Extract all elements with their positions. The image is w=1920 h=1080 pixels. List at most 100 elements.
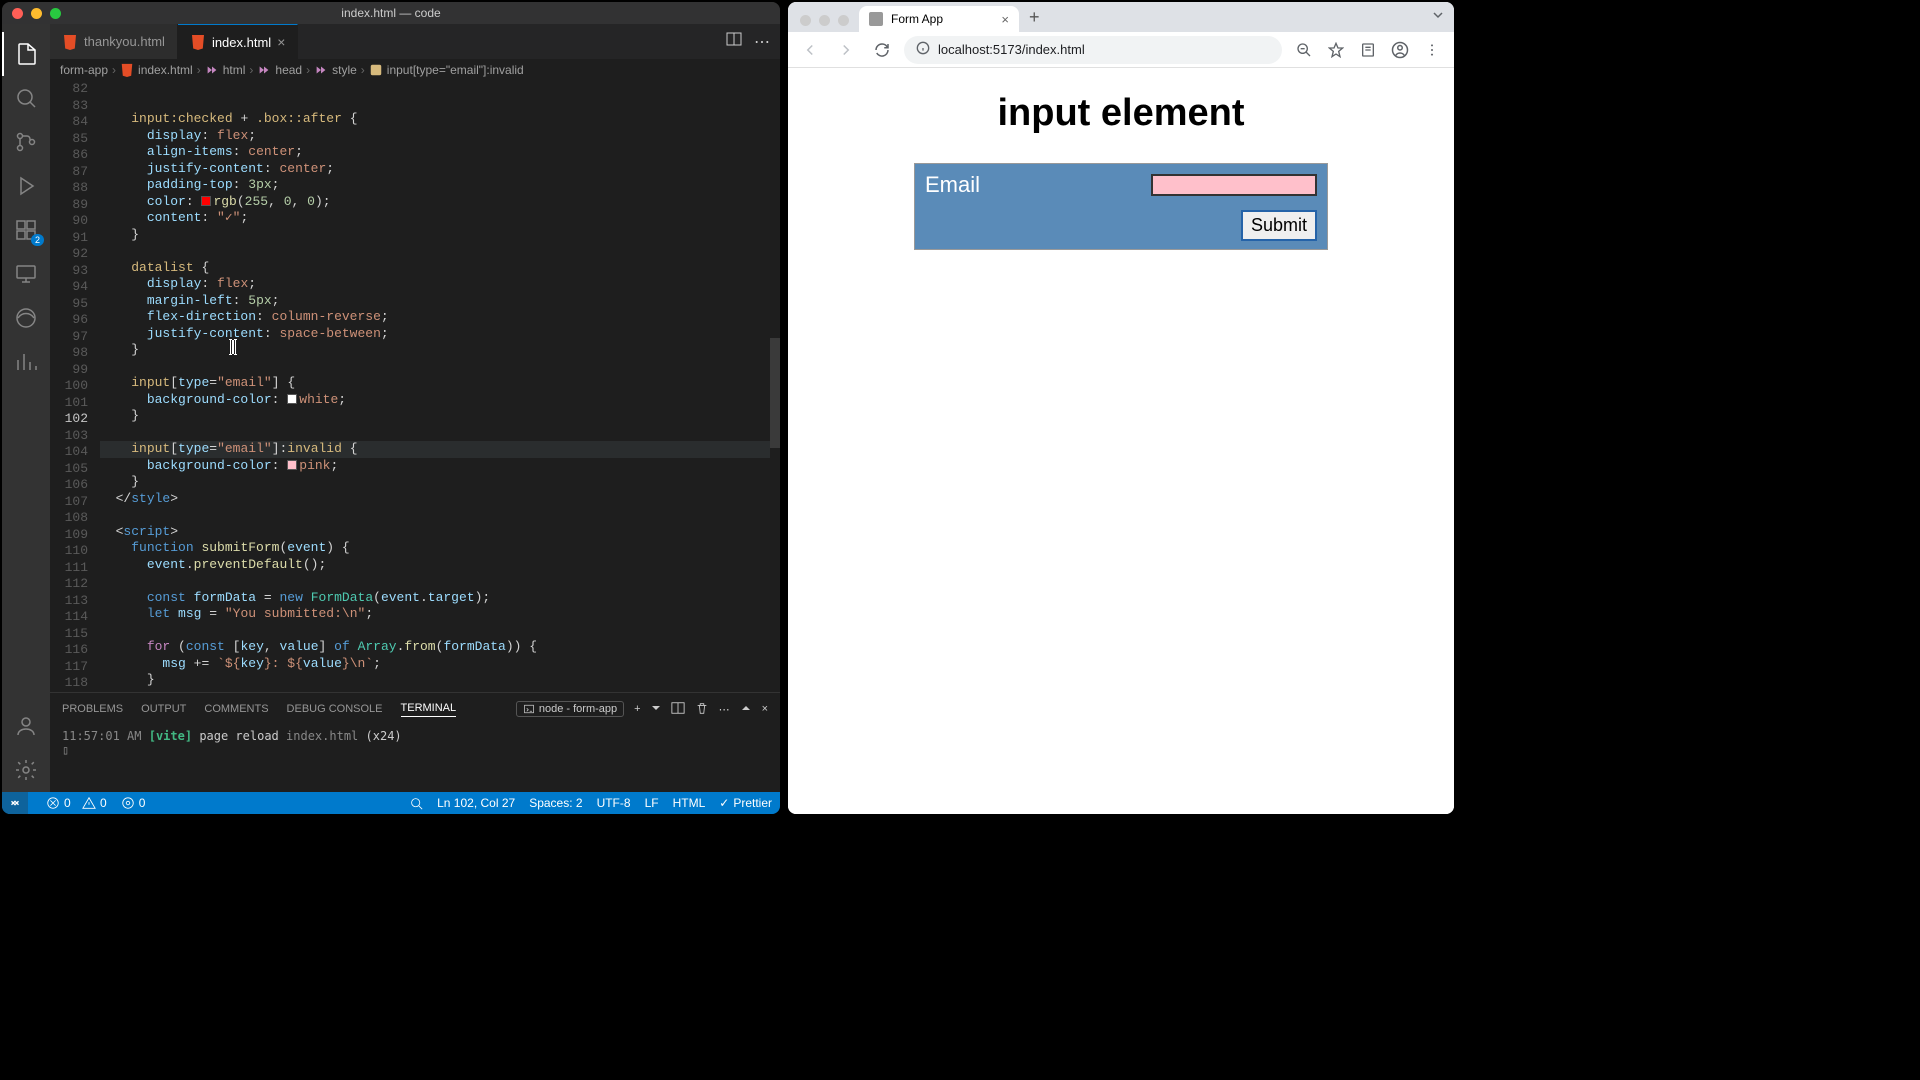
panel-tabs: PROBLEMS OUTPUT COMMENTS DEBUG CONSOLE T… bbox=[50, 693, 780, 725]
url-bar[interactable]: localhost:5173/index.html bbox=[904, 36, 1282, 64]
panel-tab-comments[interactable]: COMMENTS bbox=[204, 703, 268, 715]
breadcrumbs[interactable]: form-app› index.html› html› head› style›… bbox=[50, 59, 780, 81]
text-cursor-icon bbox=[225, 337, 241, 357]
run-debug-icon[interactable] bbox=[2, 164, 50, 208]
terminal-dropdown-icon[interactable] bbox=[651, 703, 661, 716]
html-file-icon bbox=[62, 34, 78, 50]
close-window-button[interactable] bbox=[800, 15, 811, 26]
remote-explorer-icon[interactable] bbox=[2, 252, 50, 296]
site-info-icon[interactable] bbox=[916, 41, 930, 58]
panel-tab-problems[interactable]: PROBLEMS bbox=[62, 703, 123, 715]
maximize-panel-icon[interactable] bbox=[740, 702, 752, 717]
minimap[interactable] bbox=[770, 81, 780, 692]
remote-button[interactable] bbox=[2, 792, 28, 814]
breadcrumb-item[interactable]: head bbox=[275, 63, 302, 77]
breadcrumb-item[interactable]: html bbox=[223, 63, 246, 77]
breadcrumb-item[interactable]: form-app bbox=[60, 63, 108, 77]
profile-icon[interactable] bbox=[1386, 36, 1414, 64]
panel-tab-terminal[interactable]: TERMINAL bbox=[401, 702, 457, 717]
email-input[interactable] bbox=[1151, 174, 1317, 196]
split-editor-icon[interactable] bbox=[726, 31, 742, 52]
maximize-window-button[interactable] bbox=[838, 15, 849, 26]
eol-status[interactable]: LF bbox=[645, 796, 659, 810]
prettier-status[interactable]: ✓ Prettier bbox=[719, 796, 772, 810]
form-container: Email Submit bbox=[914, 163, 1328, 250]
new-terminal-icon[interactable]: + bbox=[634, 703, 640, 715]
favicon-icon bbox=[869, 12, 883, 26]
zoom-icon[interactable] bbox=[1290, 36, 1318, 64]
status-bar: 0 0 0 Ln 102, Col 27 Spaces: 2 UTF-8 LF … bbox=[2, 792, 780, 814]
browser-tab-title: Form App bbox=[891, 12, 943, 26]
account-icon[interactable] bbox=[2, 704, 50, 748]
bookmark-icon[interactable] bbox=[1322, 36, 1350, 64]
graph-icon[interactable] bbox=[2, 340, 50, 384]
terminal-task[interactable]: node - form-app bbox=[516, 701, 624, 717]
editor-tabs: thankyou.html index.html × ⋯ bbox=[50, 24, 780, 59]
tab-index[interactable]: index.html × bbox=[178, 24, 298, 59]
menu-icon[interactable] bbox=[1418, 36, 1446, 64]
edge-tools-icon[interactable] bbox=[2, 296, 50, 340]
symbol-icon bbox=[257, 63, 271, 77]
symbol-icon bbox=[314, 63, 328, 77]
reload-button[interactable] bbox=[868, 36, 896, 64]
settings-gear-icon[interactable] bbox=[2, 748, 50, 792]
terminal-message: page reload bbox=[199, 729, 278, 743]
minimize-window-button[interactable] bbox=[819, 15, 830, 26]
panel-tab-debug[interactable]: DEBUG CONSOLE bbox=[287, 703, 383, 715]
forward-button[interactable] bbox=[832, 36, 860, 64]
source-control-icon[interactable] bbox=[2, 120, 50, 164]
tab-thankyou[interactable]: thankyou.html bbox=[50, 24, 178, 59]
cursor-position[interactable]: Ln 102, Col 27 bbox=[437, 796, 515, 810]
close-panel-icon[interactable]: × bbox=[762, 703, 768, 715]
back-button[interactable] bbox=[796, 36, 824, 64]
email-label: Email bbox=[925, 172, 980, 198]
split-terminal-icon[interactable] bbox=[671, 701, 685, 718]
window-title: index.html — code bbox=[341, 6, 440, 20]
tab-label: thankyou.html bbox=[84, 34, 165, 49]
tab-label: index.html bbox=[212, 35, 271, 50]
code-editor[interactable]: 8283848586878889909192939495969798991001… bbox=[50, 81, 780, 692]
symbol-icon bbox=[369, 63, 383, 77]
encoding-status[interactable]: UTF-8 bbox=[597, 796, 631, 810]
ports-status[interactable]: 0 bbox=[121, 796, 146, 810]
extensions-badge: 2 bbox=[31, 234, 44, 246]
indentation-status[interactable]: Spaces: 2 bbox=[529, 796, 582, 810]
close-window-button[interactable] bbox=[12, 8, 23, 19]
terminal-count: (x24) bbox=[366, 729, 402, 743]
more-actions-icon[interactable]: ⋯ bbox=[754, 32, 770, 52]
breadcrumb-item[interactable]: input[type="email"]:invalid bbox=[387, 63, 524, 77]
browser-page: input element Email Submit bbox=[788, 68, 1454, 814]
tab-dropdown-icon[interactable] bbox=[1422, 8, 1454, 32]
explorer-icon[interactable] bbox=[2, 32, 50, 76]
kill-terminal-icon[interactable] bbox=[695, 701, 709, 718]
symbol-icon bbox=[205, 63, 219, 77]
browser-toolbar: localhost:5173/index.html bbox=[788, 32, 1454, 68]
maximize-window-button[interactable] bbox=[50, 8, 61, 19]
breadcrumb-item[interactable]: style bbox=[332, 63, 357, 77]
language-status[interactable]: HTML bbox=[673, 796, 706, 810]
new-tab-button[interactable]: + bbox=[1019, 7, 1050, 28]
more-terminal-icon[interactable]: ⋯ bbox=[719, 703, 730, 716]
terminal-output[interactable]: 11:57:01 AM [vite] page reload index.htm… bbox=[50, 725, 780, 792]
line-gutter: 8283848586878889909192939495969798991001… bbox=[50, 81, 100, 692]
reading-list-icon[interactable] bbox=[1354, 36, 1382, 64]
breadcrumb-item[interactable]: index.html bbox=[138, 63, 193, 77]
code-content[interactable]: input:checked + .box::after { display: f… bbox=[100, 81, 780, 692]
minimize-window-button[interactable] bbox=[31, 8, 42, 19]
vscode-window: index.html — code 2 thanky bbox=[2, 2, 780, 814]
html-file-icon bbox=[190, 34, 206, 50]
html-file-icon bbox=[120, 63, 134, 77]
search-icon[interactable] bbox=[2, 76, 50, 120]
activity-bar: 2 bbox=[2, 24, 50, 792]
extensions-icon[interactable]: 2 bbox=[2, 208, 50, 252]
panel-tab-output[interactable]: OUTPUT bbox=[141, 703, 186, 715]
close-tab-icon[interactable]: × bbox=[1001, 12, 1009, 27]
close-tab-icon[interactable]: × bbox=[277, 34, 285, 50]
traffic-lights bbox=[2, 8, 61, 19]
errors-status[interactable]: 0 0 bbox=[46, 796, 107, 810]
browser-tab-strip: Form App × + bbox=[788, 2, 1454, 32]
find-status[interactable] bbox=[410, 797, 423, 810]
submit-button[interactable]: Submit bbox=[1241, 210, 1317, 241]
browser-traffic-lights bbox=[796, 15, 859, 32]
browser-tab[interactable]: Form App × bbox=[859, 6, 1019, 32]
